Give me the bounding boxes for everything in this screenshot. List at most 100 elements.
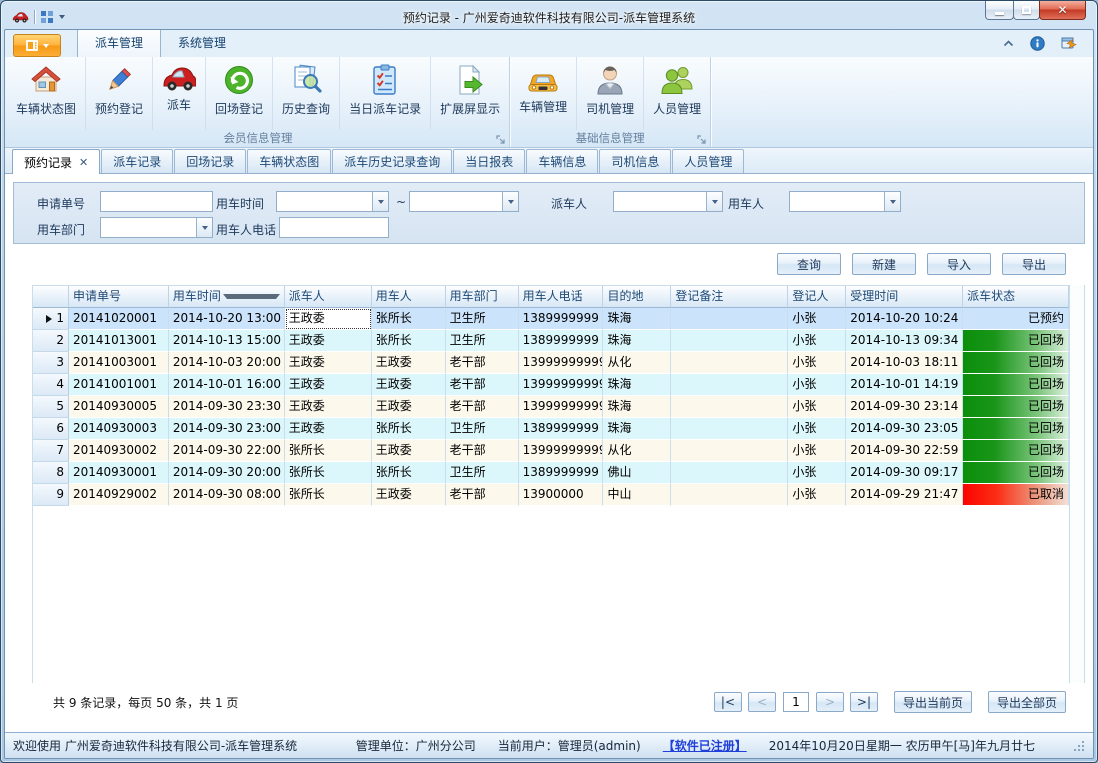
grid-cell[interactable]: 老干部 [446,374,519,396]
grid-cell[interactable] [671,396,788,418]
page-number-input[interactable] [783,692,809,712]
grid-cell[interactable]: 张所长 [372,418,446,440]
grid-cell[interactable]: 王政委 [285,330,372,352]
doc-tab-driver-info[interactable]: 司机信息 [599,149,671,173]
return-register-button[interactable]: 回场登记 [206,57,273,130]
row-header-cell[interactable]: 5 [33,396,69,418]
grid-cell[interactable]: 20140930001 [69,462,169,484]
query-button[interactable]: 查询 [777,253,841,275]
column-header[interactable]: 申请单号 [69,286,169,308]
grid-cell[interactable] [671,374,788,396]
export-button[interactable]: 导出 [1002,253,1066,275]
grid-cell[interactable]: 2014-10-20 13:00 [169,308,285,330]
combo-dropdown-button[interactable] [372,192,388,211]
grid-cell[interactable]: 1389999999 [519,308,604,330]
car-user-input[interactable] [790,192,884,211]
doc-tab-reservation-records[interactable]: 预约记录 ✕ [12,149,100,174]
grid-cell[interactable]: 张所长 [285,462,372,484]
column-header[interactable]: 派车人 [285,286,372,308]
driver-management-button[interactable]: 司机管理 [577,57,644,130]
prev-page-button[interactable]: < [748,692,776,712]
grid-cell[interactable]: 1389999999 [519,418,604,440]
close-button[interactable]: ✕ [1039,1,1086,20]
grid-row[interactable]: 8201409300012014-09-30 20:00张所长张所长卫生所138… [33,462,1069,484]
dispatcher-input[interactable] [614,192,706,211]
use-time-to-input[interactable] [410,192,502,211]
doc-tab-personnel-management[interactable]: 人员管理 [672,149,744,173]
row-header-cell[interactable]: 7 [33,440,69,462]
grid-row[interactable]: 3201410030012014-10-03 20:00王政委王政委老干部139… [33,352,1069,374]
grid-cell[interactable]: 小张 [788,484,846,506]
grid-cell[interactable]: 小张 [788,374,846,396]
row-header-cell[interactable]: 2 [33,330,69,352]
ribbon-tab-dispatch[interactable]: 派车管理 [77,29,161,57]
combo-dropdown-button[interactable] [502,192,518,211]
grid-cell[interactable]: 已回场 [963,440,1069,462]
grid-cell[interactable]: 2014-10-13 15:00 [169,330,285,352]
grid-cell[interactable]: 中山 [603,484,671,506]
grid-cell[interactable]: 2014-10-13 09:34 [846,330,963,352]
column-header[interactable]: 登记备注 [671,286,788,308]
minimize-button[interactable] [985,1,1014,20]
close-tab-icon[interactable]: ✕ [79,156,88,169]
grid-cell[interactable]: 2014-09-30 23:30 [169,396,285,418]
column-header[interactable]: 用车人电话 [519,286,604,308]
phone-input[interactable] [279,217,389,238]
grid-cell[interactable]: 珠海 [603,396,671,418]
grid-cell[interactable]: 已预约 [963,308,1069,330]
vehicle-management-button[interactable]: 车辆管理 [510,57,577,130]
grid-cell[interactable]: 从化 [603,352,671,374]
grid-cell[interactable] [671,418,788,440]
grid-cell[interactable]: 王政委 [372,484,446,506]
application-menu-button[interactable] [13,34,61,57]
department-combo[interactable] [100,217,213,238]
grid-cell[interactable]: 老干部 [446,484,519,506]
maximize-button[interactable] [1013,1,1040,20]
doc-tab-dispatch-records[interactable]: 派车记录 [101,149,173,173]
doc-tab-daily-report[interactable]: 当日报表 [453,149,525,173]
column-header[interactable]: 用车时间 [169,286,285,308]
grid-cell[interactable]: 20140930005 [69,396,169,418]
grid-cell[interactable]: 王政委 [372,396,446,418]
collapse-ribbon-icon[interactable] [1003,40,1014,47]
grid-cell[interactable]: 已取消 [963,484,1069,506]
title-bar[interactable]: 预约记录 - 广州爱奇迪软件科技有限公司-派车管理系统 ✕ [4,1,1094,29]
grid-cell[interactable]: 2014-09-30 08:00 [169,484,285,506]
grid-cell[interactable]: 13999999999 [519,352,604,374]
grid-row[interactable]: 6201409300032014-09-30 23:00王政委张所长卫生所138… [33,418,1069,440]
grid-cell[interactable]: 珠海 [603,330,671,352]
grid-cell[interactable]: 珠海 [603,308,671,330]
column-header[interactable]: 用车人 [372,286,446,308]
grid-cell[interactable]: 2014-10-01 16:00 [169,374,285,396]
info-icon[interactable] [1030,36,1045,51]
grid-cell[interactable]: 13999999999 [519,374,604,396]
grid-cell[interactable]: 2014-10-03 18:11 [846,352,963,374]
row-indicator-header[interactable] [33,286,69,308]
grid-cell[interactable]: 张所长 [285,440,372,462]
grid-cell[interactable] [671,330,788,352]
grid-cell[interactable] [671,484,788,506]
grid-cell[interactable]: 13999999999 [519,396,604,418]
grid-cell[interactable]: 20140930002 [69,440,169,462]
grid-cell[interactable]: 王政委 [285,374,372,396]
vehicle-status-chart-button[interactable]: 车辆状态图 [7,57,86,130]
personnel-management-button[interactable]: 人员管理 [644,57,710,130]
grid-cell[interactable]: 20141020001 [69,308,169,330]
grid-cell[interactable]: 佛山 [603,462,671,484]
grid-cell[interactable]: 王政委 [372,352,446,374]
grid-cell[interactable]: 张所长 [285,484,372,506]
grid-cell[interactable]: 2014-09-30 22:00 [169,440,285,462]
history-query-button[interactable]: 历史查询 [273,57,340,130]
use-time-from-combo[interactable] [276,191,389,212]
car-user-combo[interactable] [789,191,901,212]
row-header-cell[interactable]: 4 [33,374,69,396]
grid-cell[interactable]: 2014-09-30 22:59 [846,440,963,462]
department-input[interactable] [101,218,196,237]
grid-cell[interactable]: 2014-09-30 09:17 [846,462,963,484]
grid-cell[interactable]: 2014-09-30 23:05 [846,418,963,440]
grid-cell[interactable]: 1389999999 [519,462,604,484]
grid-cell[interactable]: 2014-09-30 20:00 [169,462,285,484]
dispatcher-combo[interactable] [613,191,723,212]
grid-cell[interactable]: 已回场 [963,330,1069,352]
grid-row[interactable]: 5201409300052014-09-30 23:30王政委王政委老干部139… [33,396,1069,418]
